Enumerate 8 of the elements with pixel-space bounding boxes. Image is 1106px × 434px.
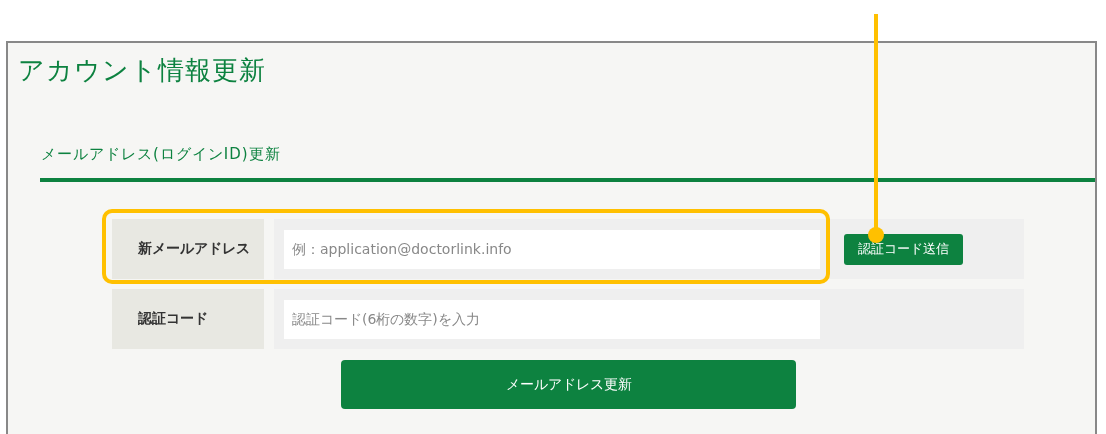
email-field[interactable]: 例：application@doctorlink.info bbox=[284, 229, 820, 269]
page-title: アカウント情報更新 bbox=[17, 54, 266, 87]
field-label: 認証コード bbox=[112, 289, 264, 349]
code-field[interactable]: 認証コード(6桁の数字)を入力 bbox=[284, 299, 820, 339]
field-label: 新メールアドレス bbox=[112, 219, 264, 279]
submit-button[interactable]: メールアドレス更新 bbox=[341, 360, 796, 409]
section-title: メールアドレス(ログインID)更新 bbox=[41, 145, 281, 164]
send-code-button[interactable]: 認証コード送信 bbox=[844, 233, 963, 265]
